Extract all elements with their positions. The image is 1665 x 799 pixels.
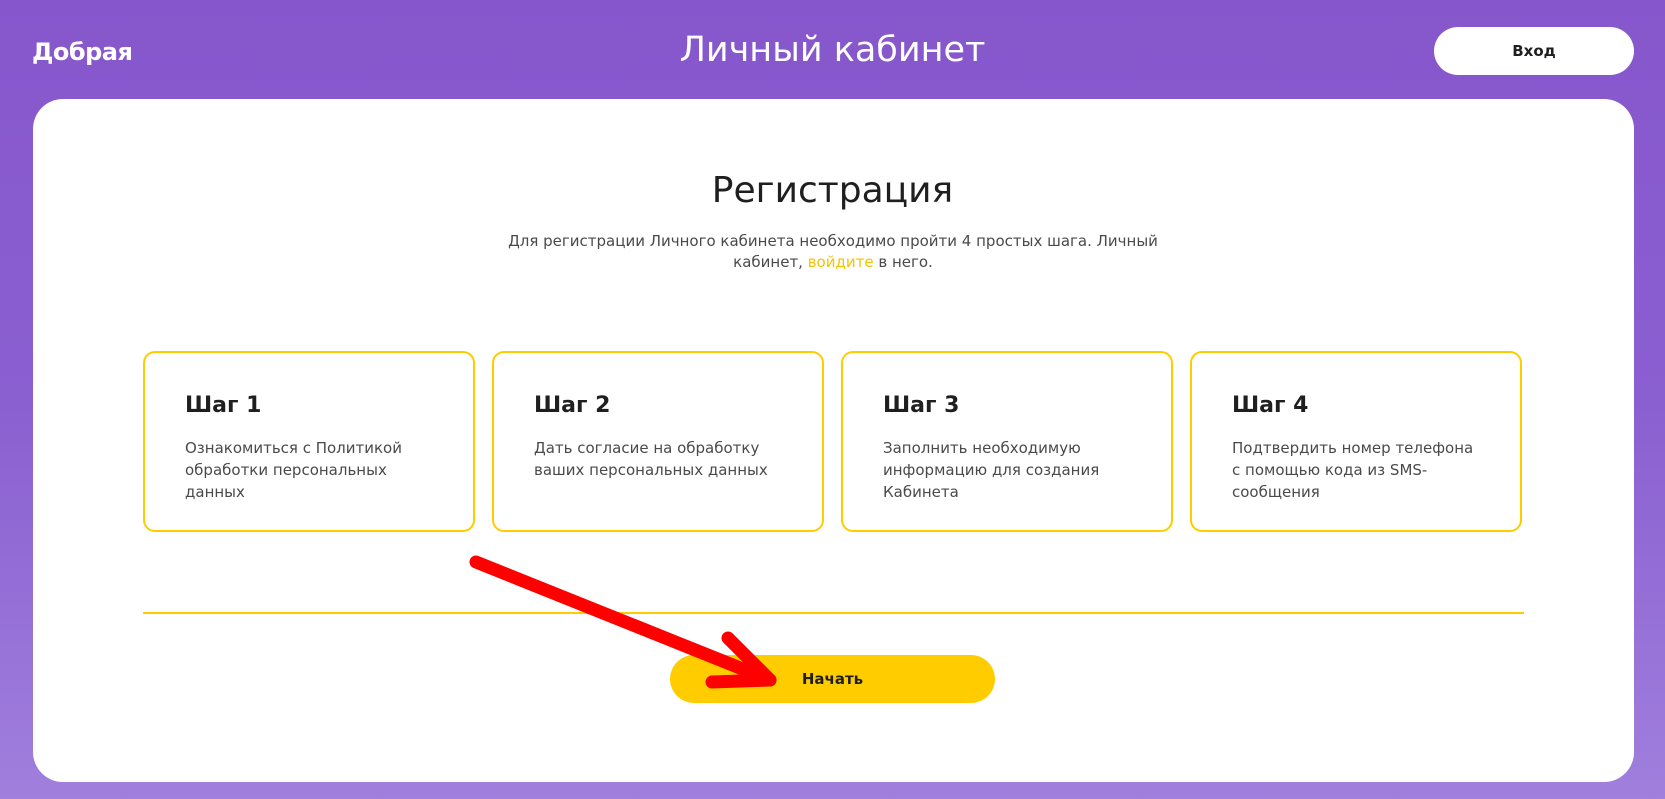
step-card-1: Шаг 1 Ознакомиться с Политикой обработки… — [143, 351, 475, 532]
step-card-3: Шаг 3 Заполнить необходимую информацию д… — [841, 351, 1173, 532]
step-title: Шаг 3 — [883, 393, 960, 418]
registration-title: Регистрация — [711, 170, 954, 211]
step-text: Подтвердить номер телефона с помощью код… — [1232, 439, 1474, 501]
divider — [143, 612, 1524, 614]
start-button[interactable]: Начать — [670, 655, 995, 703]
step-title: Шаг 4 — [1232, 393, 1309, 418]
page-title: Личный кабинет — [679, 30, 986, 70]
registration-description: Для регистрации Личного кабинета необход… — [508, 231, 1158, 273]
step-card-2: Шаг 2 Дать согласие на обработку ваших п… — [492, 351, 824, 532]
step-text: Дать согласие на обработку ваших персона… — [534, 439, 768, 479]
step-text: Ознакомиться с Политикой обработки персо… — [185, 439, 402, 501]
description-text-end: в него. — [873, 253, 933, 271]
login-button[interactable]: Вход — [1434, 27, 1634, 75]
step-title: Шаг 2 — [534, 393, 611, 418]
login-link[interactable]: войдите — [808, 253, 874, 271]
step-card-4: Шаг 4 Подтвердить номер телефона с помощ… — [1190, 351, 1522, 532]
step-title: Шаг 1 — [185, 393, 262, 418]
step-text: Заполнить необходимую информацию для соз… — [883, 439, 1100, 501]
